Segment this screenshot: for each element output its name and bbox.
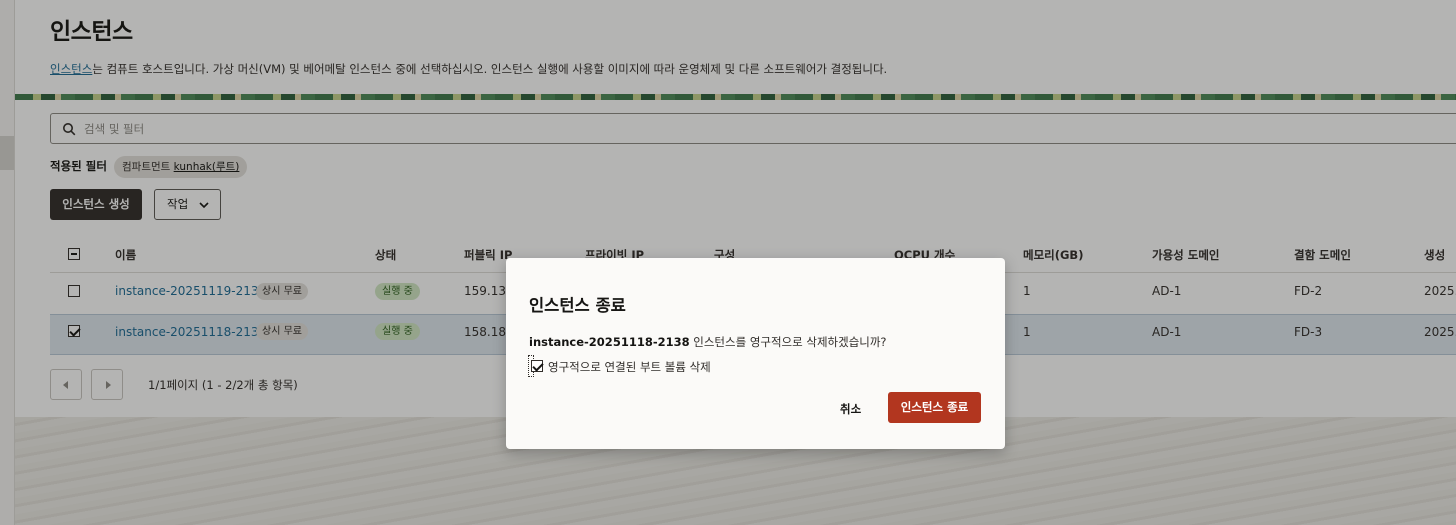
delete-boot-volume-checkbox[interactable]: [531, 360, 543, 372]
terminate-instance-dialog: 인스턴스 종료 instance-20251118-2138 인스턴스를 영구적…: [506, 258, 1005, 449]
terminate-instance-button[interactable]: 인스턴스 종료: [888, 392, 981, 423]
delete-boot-volume-label[interactable]: 영구적으로 연결된 부트 볼륨 삭제: [548, 359, 711, 375]
delete-boot-volume-option[interactable]: 영구적으로 연결된 부트 볼륨 삭제: [528, 355, 711, 377]
dialog-title: 인스턴스 종료: [529, 296, 626, 315]
dialog-message-text: 인스턴스를 영구적으로 삭제하겠습니까?: [689, 335, 887, 349]
cancel-button[interactable]: 취소: [840, 401, 861, 417]
dialog-message: instance-20251118-2138 인스턴스를 영구적으로 삭제하겠습…: [529, 334, 887, 350]
dialog-instance-name: instance-20251118-2138: [529, 335, 690, 349]
